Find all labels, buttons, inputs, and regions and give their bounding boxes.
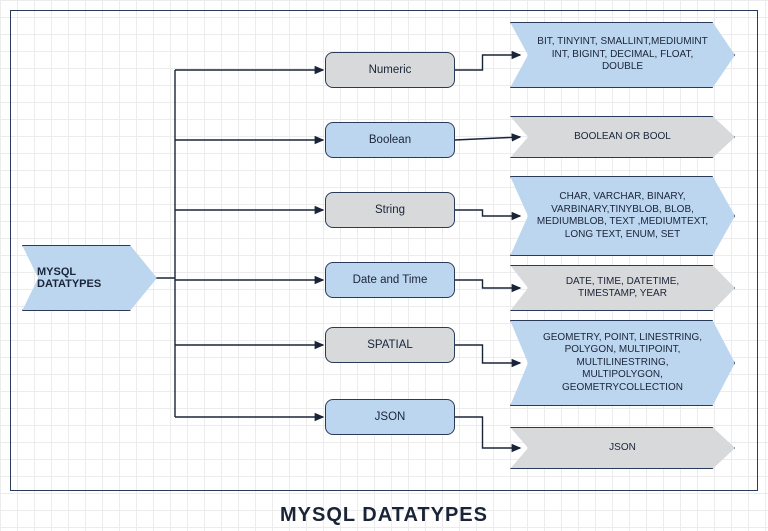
category-label: SPATIAL: [367, 339, 413, 351]
detail-text: JSON: [609, 442, 636, 455]
category-spatial: SPATIAL: [325, 327, 455, 363]
detail-text: CHAR, VARCHAR, BINARY, VARBINARY,TINYBLO…: [535, 191, 710, 241]
diagram-title: MYSQL DATATYPES: [0, 504, 768, 527]
detail-text: DATE, TIME, DATETIME, TIMESTAMP, YEAR: [535, 276, 710, 301]
detail-spatial: GEOMETRY, POINT, LINESTRING, POLYGON, MU…: [510, 320, 735, 406]
detail-text: BOOLEAN OR BOOL: [574, 131, 671, 144]
detail-datetime: DATE, TIME, DATETIME, TIMESTAMP, YEAR: [510, 265, 735, 311]
detail-text: GEOMETRY, POINT, LINESTRING, POLYGON, MU…: [535, 332, 710, 395]
category-numeric: Numeric: [325, 52, 455, 88]
category-label: String: [375, 204, 405, 216]
category-label: Boolean: [369, 134, 411, 146]
root-label: MYSQL DATATYPES: [37, 266, 142, 290]
category-label: JSON: [375, 411, 406, 423]
category-label: Numeric: [369, 64, 412, 76]
detail-boolean: BOOLEAN OR BOOL: [510, 116, 735, 158]
category-label: Date and Time: [353, 274, 428, 286]
category-boolean: Boolean: [325, 122, 455, 158]
detail-json: JSON: [510, 427, 735, 469]
category-json: JSON: [325, 399, 455, 435]
category-string: String: [325, 192, 455, 228]
detail-numeric: BIT, TINYINT, SMALLINT,MEDIUMINT INT, BI…: [510, 22, 735, 88]
detail-string: CHAR, VARCHAR, BINARY, VARBINARY,TINYBLO…: [510, 176, 735, 256]
detail-text: BIT, TINYINT, SMALLINT,MEDIUMINT INT, BI…: [535, 36, 710, 74]
category-datetime: Date and Time: [325, 262, 455, 298]
diagram-stage: MYSQL DATATYPES Numeric BIT, TINYINT, SMA…: [0, 0, 768, 531]
root-node: MYSQL DATATYPES: [22, 245, 157, 311]
